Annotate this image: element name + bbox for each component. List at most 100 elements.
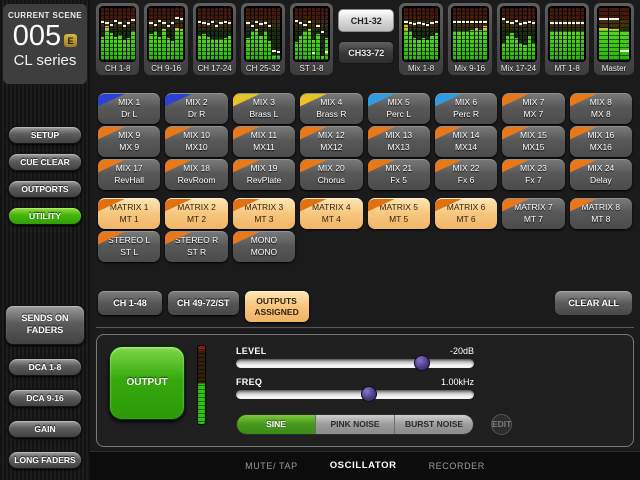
meter-peak-marker (417, 22, 420, 24)
meter-bank-switch: CH1-32 CH33-72 (338, 3, 394, 64)
meter-bar-segment (515, 8, 518, 60)
channel-button-mono[interactable]: MONOMONO (233, 231, 295, 262)
meter-group-label: MT 1-8 (548, 62, 586, 74)
meter-bar-segment (483, 8, 486, 60)
meter-peak-marker (422, 23, 425, 25)
meter-level-fill (149, 34, 152, 60)
sidebar-item-sends-on-faders[interactable]: SENDS ON FADERS (5, 305, 85, 345)
assign-tab-ch-49-72-st[interactable]: CH 49-72/ST (168, 291, 239, 315)
assign-tab-ch-1-48[interactable]: CH 1-48 (98, 291, 162, 315)
clear-all-button[interactable]: CLEAR ALL (555, 291, 632, 315)
meter-peak-marker (277, 51, 280, 53)
meter-group-label: Mix 1-8 (402, 62, 440, 74)
meter-bar-segment (219, 8, 222, 60)
channel-button-mix-22[interactable]: MIX 22Fx 6 (435, 159, 497, 190)
meter-bar-segment (158, 8, 161, 60)
oscillator-output-button[interactable]: OUTPUT (109, 346, 185, 420)
channel-button-matrix-7[interactable]: MATRIX 7MT 7 (502, 198, 564, 229)
channel-button-mix-18[interactable]: MIX 18RevRoom (165, 159, 227, 190)
meter-bar-segment (215, 8, 218, 60)
channel-button-mix-1[interactable]: MIX 1Dr L (98, 93, 160, 124)
channel-button-mix-23[interactable]: MIX 23Fx 7 (502, 159, 564, 190)
meter-level-fill (123, 40, 126, 60)
edit-button[interactable]: EDIT (491, 414, 512, 435)
channel-button-matrix-6[interactable]: MATRIX 6MT 6 (435, 198, 497, 229)
tab-mute-tap[interactable]: MUTE/ TAP (245, 461, 298, 471)
channel-grid-row-2: MIX 9MX 9MIX 10MX10MIX 11MX11MIX 12MX12M… (98, 126, 632, 157)
channel-button-mix-12[interactable]: MIX 12MX12 (300, 126, 362, 157)
level-slider-thumb[interactable] (414, 355, 430, 371)
meter-level-fill (255, 30, 258, 60)
channel-button-mix-19[interactable]: MIX 19RevPlate (233, 159, 295, 190)
sidebar-item-cue-clear[interactable]: CUE CLEAR (8, 153, 82, 171)
meter-level-fill (515, 38, 518, 60)
sidebar-item-dca-9-16[interactable]: DCA 9-16 (8, 389, 82, 407)
meter-bar-segment (321, 8, 324, 60)
meter-peak-marker (246, 22, 249, 24)
meter-peak-marker (207, 23, 210, 25)
sidebar-item-long-faders[interactable]: LONG FADERS (8, 451, 82, 469)
channel-button-mix-3[interactable]: MIX 3Brass L (233, 93, 295, 124)
channel-button-mix-15[interactable]: MIX 15MX15 (502, 126, 564, 157)
level-slider[interactable] (236, 359, 474, 368)
meter-level-fill (555, 31, 558, 60)
waveform-burst-noise[interactable]: BURST NOISE (394, 415, 473, 434)
meter-level-fill (523, 45, 526, 60)
channel-button-mix-24[interactable]: MIX 24Delay (570, 159, 632, 190)
channel-button-stereo-r[interactable]: STEREO RST R (165, 231, 227, 262)
meter-level-fill (251, 31, 254, 60)
channel-button-mix-17[interactable]: MIX 17RevHall (98, 159, 160, 190)
meter-yellow-fill (599, 28, 608, 30)
channel-button-stereo-l[interactable]: STEREO LST L (98, 231, 160, 262)
sidebar-item-gain[interactable]: GAIN (8, 420, 82, 438)
channel-button-mix-16[interactable]: MIX 16MX16 (570, 126, 632, 157)
sidebar-item-outports[interactable]: OUTPORTS (8, 180, 82, 198)
sidebar-item-dca-1-8[interactable]: DCA 1-8 (8, 358, 82, 376)
channel-button-mix-5[interactable]: MIX 5Perc L (368, 93, 430, 124)
channel-button-mix-21[interactable]: MIX 21Fx 5 (368, 159, 430, 190)
channel-button-mix-13[interactable]: MIX 13MX13 (368, 126, 430, 157)
meter-level-fill (519, 43, 522, 60)
channel-button-mix-11[interactable]: MIX 11MX11 (233, 126, 295, 157)
channel-button-mix-7[interactable]: MIX 7MX 7 (502, 93, 564, 124)
channel-button-mix-10[interactable]: MIX 10MX10 (165, 126, 227, 157)
meter-bar-segment (563, 8, 566, 60)
channel-button-mix-8[interactable]: MIX 8MX 8 (570, 93, 632, 124)
meter-bar-segment (118, 8, 121, 60)
meter-yellow-fill (255, 29, 258, 30)
meter-yellow-fill (404, 25, 407, 30)
meter-level-fill (162, 30, 165, 60)
channel-button-mix-2[interactable]: MIX 2Dr R (165, 93, 227, 124)
bank-button-ch1-32[interactable]: CH1-32 (338, 9, 394, 32)
channel-button-mix-4[interactable]: MIX 4Brass R (300, 93, 362, 124)
channel-button-matrix-2[interactable]: MATRIX 2MT 2 (165, 198, 227, 229)
channel-button-mix-9[interactable]: MIX 9MX 9 (98, 126, 160, 157)
channel-button-mix-6[interactable]: MIX 6Perc R (435, 93, 497, 124)
meter-level-fill (620, 31, 629, 60)
assign-tab-outputs-assigned[interactable]: OUTPUTSASSIGNED (245, 291, 309, 322)
freq-slider-thumb[interactable] (361, 386, 377, 402)
meter-bar-segment (462, 8, 465, 60)
meter-level-fill (259, 36, 262, 60)
channel-button-mix-20[interactable]: MIX 20Chorus (300, 159, 362, 190)
waveform-sine[interactable]: SINE (237, 415, 315, 434)
meter-level-fill (299, 36, 302, 60)
meter-level-fill (453, 31, 456, 60)
sidebar-item-setup[interactable]: SETUP (8, 126, 82, 144)
channel-button-matrix-4[interactable]: MATRIX 4MT 4 (300, 198, 362, 229)
meter-bar-segment (198, 8, 201, 60)
bank-button-ch33-72[interactable]: CH33-72 (338, 41, 394, 64)
meter-bar-segment (149, 8, 152, 60)
bottom-tab-bar: MUTE/ TAP OSCILLATOR RECORDER (90, 451, 640, 480)
meter-bar-segment (277, 8, 280, 60)
channel-button-mix-14[interactable]: MIX 14MX14 (435, 126, 497, 157)
sidebar-item-utility[interactable]: UTILITY (8, 207, 82, 225)
waveform-pink-noise[interactable]: PINK NOISE (315, 415, 394, 434)
channel-button-matrix-8[interactable]: MATRIX 8MT 8 (570, 198, 632, 229)
tab-oscillator[interactable]: OSCILLATOR (330, 460, 397, 471)
channel-button-matrix-1[interactable]: MATRIX 1MT 1 (98, 198, 160, 229)
channel-button-matrix-5[interactable]: MATRIX 5MT 5 (368, 198, 430, 229)
tab-recorder[interactable]: RECORDER (429, 461, 485, 471)
freq-slider[interactable] (236, 390, 474, 399)
channel-button-matrix-3[interactable]: MATRIX 3MT 3 (233, 198, 295, 229)
